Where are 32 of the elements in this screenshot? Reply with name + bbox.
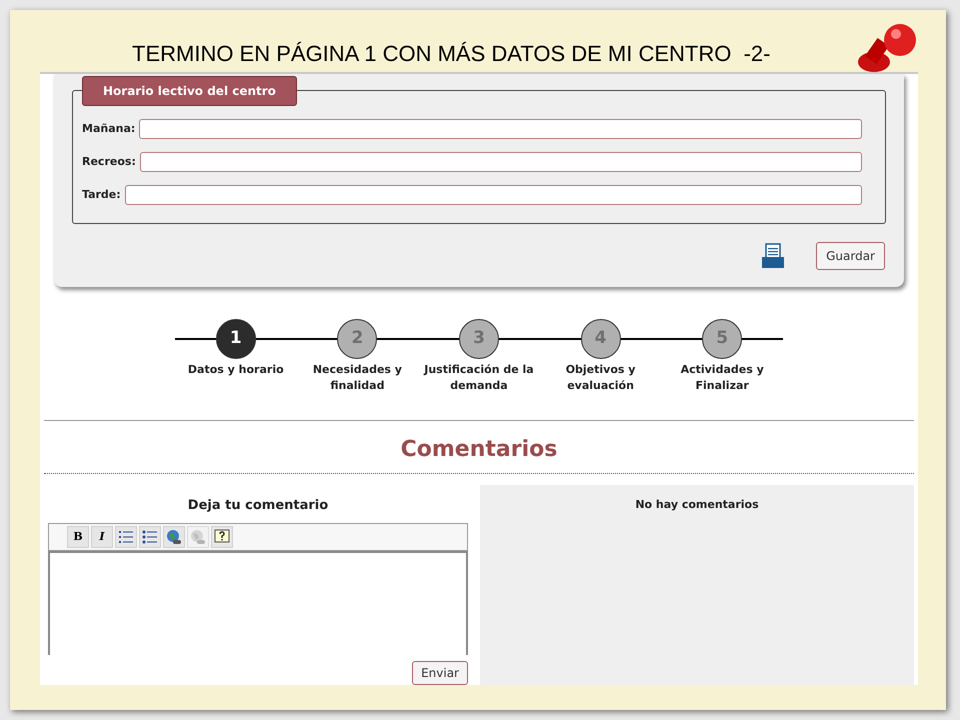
field-label: Mañana:: [82, 120, 136, 137]
globe-link-icon: [166, 529, 182, 545]
step-label: Datos y horario: [186, 362, 285, 378]
empty-message: No hay comentarios: [635, 496, 759, 512]
toolbar-button[interactable]: [211, 526, 233, 548]
send-button[interactable]: Enviar: [412, 661, 468, 685]
form-heading: Deja tu comentario: [186, 496, 330, 514]
text-field[interactable]: [140, 152, 862, 172]
globe-link-icon: [190, 529, 206, 545]
comment-field[interactable]: [48, 551, 468, 655]
field-label: Tarde:: [82, 186, 121, 203]
section-legend: Horario lectivo del centro: [82, 76, 297, 106]
field-label: Recreos:: [82, 154, 136, 170]
help-icon: [214, 529, 230, 545]
step-label: Justificación de la demanda: [422, 362, 535, 394]
toolbar-button[interactable]: [163, 526, 185, 548]
printer-icon[interactable]: [760, 243, 786, 269]
slide-title: TERMINO EN PÁGINA 1 CON MÁS DATOS DE MI CENTRO -2-: [132, 40, 770, 68]
toolbar-button[interactable]: [115, 526, 137, 548]
comments-heading: Comentarios: [400, 436, 558, 462]
step-label: Objetivos y evaluación: [564, 362, 636, 394]
toolbar-button[interactable]: B: [67, 526, 89, 548]
toolbar-button[interactable]: [139, 526, 161, 548]
toolbar-button[interactable]: I: [91, 526, 113, 548]
step-label: Actividades y Finalizar: [680, 362, 765, 394]
text-field[interactable]: [124, 185, 862, 205]
step-label: Necesidades y finalidad: [312, 362, 403, 394]
numbered-list-icon: [118, 530, 134, 544]
text-field[interactable]: [139, 119, 862, 139]
save-button[interactable]: Guardar: [816, 242, 885, 270]
bullet-list-icon: [142, 530, 158, 544]
pushpin-icon: [856, 22, 918, 72]
